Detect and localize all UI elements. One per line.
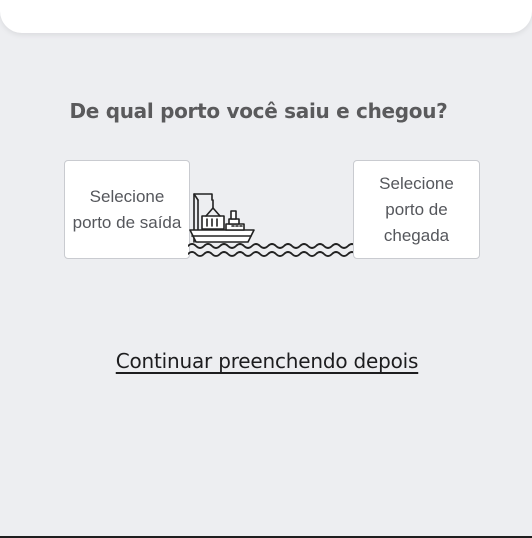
destination-port-label: Selecione porto de chegada: [379, 173, 454, 245]
water-waves-icon: [188, 243, 356, 257]
top-card: [0, 0, 532, 33]
page-question: De qual porto você saiu e chegou?: [69, 99, 448, 123]
continue-later-link[interactable]: Continuar preenchendo depois: [0, 349, 532, 373]
cargo-ship-icon: [188, 193, 356, 257]
origin-port-selector[interactable]: Selecione porto de saída: [64, 160, 190, 259]
destination-port-selector[interactable]: Selecione porto de chegada: [353, 160, 480, 259]
origin-port-label: Selecione porto de saída: [72, 186, 182, 232]
